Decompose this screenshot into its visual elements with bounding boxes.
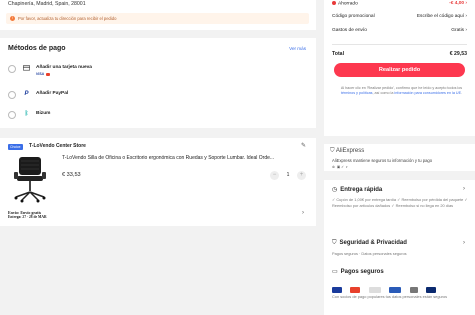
quantity-value: 1: [286, 172, 290, 178]
payment-option-card[interactable]: Añadir una tarjeta nueva VISA: [8, 63, 308, 77]
product-title[interactable]: T-LoVendo Silla de Oficina o Escritorio …: [62, 155, 312, 161]
total-value: € 29,53: [449, 51, 467, 57]
chevron-right-icon[interactable]: ›: [463, 240, 465, 246]
address-card[interactable]: Chapinería, Madrid, Spain, 28001 ! Por f…: [0, 0, 316, 30]
payment-methods-card: Métodos de pago Ver más Añadir una tarje…: [0, 38, 316, 128]
radio-button[interactable]: [8, 65, 16, 73]
card-logo: [409, 287, 418, 293]
radio-button[interactable]: [8, 91, 16, 99]
shield-check-icon: ⛉: [332, 240, 337, 246]
shipping-row: Gastos de envío Gratis ›: [332, 28, 467, 33]
visa-logo: [332, 287, 342, 293]
secure-payments-title: ▭ Pagos seguros: [332, 269, 384, 275]
see-more-link[interactable]: Ver más: [289, 46, 306, 51]
address-warning: ! Por favor, actualiza tu dirección para…: [6, 13, 309, 24]
address-warning-text: Por favor, actualiza tu dirección para r…: [18, 16, 117, 21]
payment-option-label: Añadir una tarjeta nueva: [36, 65, 92, 70]
eu-info-link[interactable]: información para consumidores en la UE: [394, 91, 461, 95]
shipping-label: Gastos de envío: [332, 28, 367, 33]
edit-icon[interactable]: ✎: [301, 142, 306, 149]
chevron-right-icon[interactable]: ›: [463, 186, 465, 192]
total-row: Total € 29,53: [332, 51, 467, 57]
shield-icon: ⛉: [330, 148, 335, 154]
payment-option-label: Añadir PayPal: [36, 91, 69, 96]
legal-text: Al hacer clic en 'Realizar pedido', conf…: [340, 86, 463, 95]
shipping-value[interactable]: Gratis ›: [451, 28, 467, 33]
security-card[interactable]: ⛉ Seguridad & Privacidad › Pagos seguros …: [324, 234, 475, 262]
paypal-icon: P: [24, 91, 29, 97]
card-brand-logos: VISA: [36, 72, 50, 76]
mastercard-logo: [45, 72, 50, 76]
payment-option-bizum[interactable]: ᛒ Bizum: [8, 109, 308, 123]
place-order-button[interactable]: Realizar pedido: [334, 63, 465, 77]
divider: [332, 44, 467, 45]
decrease-button[interactable]: −: [270, 171, 279, 180]
bizum-logo: [368, 287, 381, 293]
promo-row[interactable]: Código promocional Escribe el código aqu…: [332, 14, 467, 19]
bizum-icon: ᛒ: [24, 111, 29, 117]
credit-card-icon: ▭: [332, 269, 338, 275]
terms-link[interactable]: términos y políticas: [341, 91, 373, 95]
security-title: ⛉ Seguridad & Privacidad: [332, 240, 407, 246]
saved-row: Ahorrado -€ 4,00 ›: [332, 1, 467, 6]
order-summary-card: Ahorrado -€ 4,00 › Código promocional Es…: [324, 0, 475, 136]
trust-badges: ⊚ ▣ ✓ ◐: [332, 165, 349, 169]
clock-icon: ◷: [332, 187, 338, 193]
aliexpress-desc: AliExpress mantiene seguros tu informaci…: [332, 158, 433, 163]
promo-label: Código promocional: [332, 14, 375, 19]
total-label: Total: [332, 51, 345, 57]
aliexpress-title: AliExpress: [335, 148, 365, 154]
secure-payments-body: Con socios de pago populares tus datos p…: [332, 294, 448, 299]
aliexpress-header: ⛉ AliExpress: [330, 148, 364, 155]
visa-logo: VISA: [36, 72, 44, 76]
fast-delivery-body: ✓ Cupón de 1,00€ por entrega tardía ✓ Re…: [332, 197, 468, 208]
increase-button[interactable]: +: [297, 171, 306, 180]
store-card: Choice T-LoVendo Center Store ✎ T-LoVend…: [0, 138, 316, 226]
card-icon: [23, 65, 30, 71]
quantity-stepper: − 1 +: [270, 171, 306, 180]
product-image[interactable]: [10, 155, 50, 203]
aliexpress-trust-card: ⛉ AliExpress AliExpress mantiene seguros…: [324, 144, 475, 171]
promo-value[interactable]: Escribe el código aquí ›: [417, 14, 467, 19]
discount-icon: [332, 1, 336, 5]
saved-value[interactable]: -€ 4,00 ›: [449, 1, 467, 6]
payment-title: Métodos de pago: [8, 45, 66, 52]
warning-icon: !: [10, 16, 15, 21]
paypal-logo: [389, 287, 402, 293]
amex-logo: [426, 287, 437, 293]
payment-option-paypal[interactable]: P Añadir PayPal: [8, 89, 308, 103]
fast-delivery-title: ◷ Entrega rápida: [332, 187, 383, 193]
address-line: Chapinería, Madrid, Spain, 28001: [8, 1, 86, 7]
choice-badge: Choice: [8, 144, 23, 150]
chevron-right-icon[interactable]: ›: [302, 210, 304, 216]
saved-label: Ahorrado: [338, 1, 358, 7]
delivery-date: Entrega: 27 - 28 de MAR: [8, 215, 47, 219]
fast-delivery-card[interactable]: ◷ Entrega rápida › ✓ Cupón de 1,00€ por e…: [324, 180, 475, 234]
security-body: Pagos seguros · Datos personales seguros: [332, 251, 407, 256]
radio-button[interactable]: [8, 111, 16, 119]
mastercard-logo: [350, 287, 361, 293]
payment-option-label: Bizum: [36, 111, 51, 116]
secure-payments-card: ▭ Pagos seguros Con socios de pago popula…: [324, 262, 475, 315]
product-price: € 33,53: [62, 172, 81, 178]
store-name[interactable]: T-LoVendo Center Store: [29, 143, 86, 149]
